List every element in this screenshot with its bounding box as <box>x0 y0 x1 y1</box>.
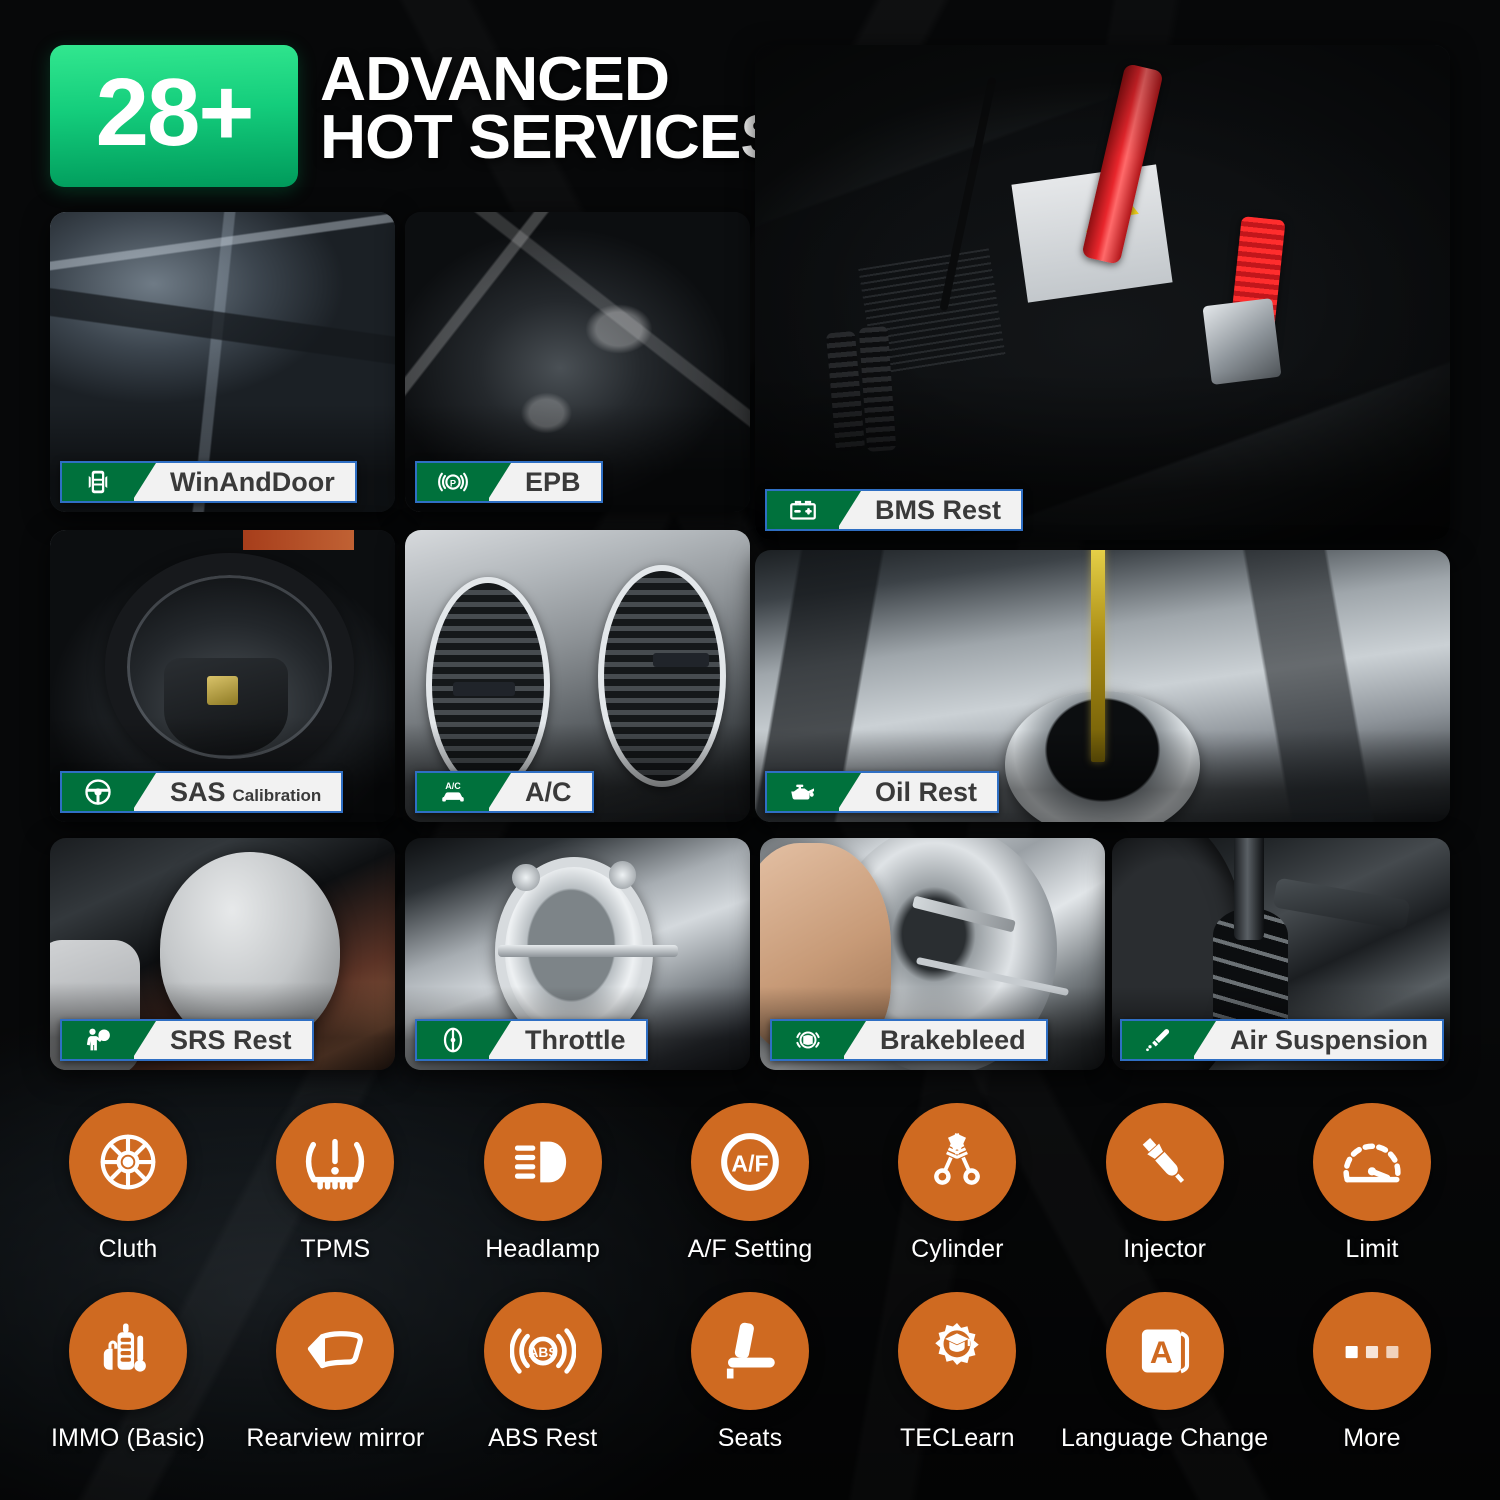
service-card-oil-rest[interactable]: Oil Rest <box>755 550 1450 822</box>
function-item-label: Cylinder <box>911 1235 1004 1263</box>
service-count-value: 28+ <box>95 59 255 166</box>
throttle-icon <box>417 1021 489 1059</box>
function-icon-row-2: IMMO (Basic) Rearview mirror ABS ABS Res… <box>0 1292 1500 1453</box>
piston-icon[interactable] <box>898 1103 1017 1221</box>
svg-text:A/F: A/F <box>731 1150 768 1176</box>
immobilizer-key-icon[interactable] <box>69 1292 187 1410</box>
service-card-epb[interactable]: P EPB <box>405 212 750 512</box>
header-title: ADVANCED HOT SERVICES <box>320 45 783 169</box>
function-item-label: TPMS <box>300 1235 371 1263</box>
clutch-icon[interactable] <box>69 1103 187 1221</box>
function-item-label: Seats <box>717 1424 783 1452</box>
card-label-text: SAS <box>170 777 226 807</box>
svg-text:ABS: ABS <box>528 1345 557 1360</box>
battery-icon <box>767 491 839 529</box>
tire-pressure-icon[interactable] <box>276 1103 395 1221</box>
function-item-label: Cluth <box>98 1235 158 1263</box>
function-item-rearview-mirror[interactable]: Rearview mirror <box>246 1292 424 1453</box>
function-item-limit[interactable]: Limit <box>1296 1103 1448 1264</box>
card-label-text: Air Suspension <box>1230 1025 1429 1055</box>
function-item-tpms[interactable]: TPMS <box>259 1103 411 1264</box>
function-item-seats[interactable]: Seats <box>674 1292 826 1453</box>
header-title-line2: HOT SERVICES <box>320 103 783 173</box>
function-item-language-change[interactable]: A Language Change <box>1061 1292 1268 1453</box>
card-label-text: BMS Rest <box>875 495 1002 525</box>
service-card-winanddoor[interactable]: WinAndDoor <box>50 212 395 512</box>
steering-wheel-icon <box>62 773 134 811</box>
injector-icon[interactable] <box>1105 1103 1224 1221</box>
parking-brake-icon: P <box>417 463 489 501</box>
gauge-icon[interactable] <box>1312 1103 1431 1221</box>
card-label-text: A/C <box>525 777 572 807</box>
header-title-line1: ADVANCED <box>320 45 670 114</box>
function-item-label: TECLearn <box>899 1424 1015 1452</box>
language-a-icon[interactable]: A <box>1105 1292 1224 1410</box>
card-label-throttle: Throttle <box>415 1019 648 1061</box>
function-item-label: Limit <box>1345 1235 1399 1263</box>
function-item-more[interactable]: More <box>1296 1292 1448 1453</box>
function-item-immo[interactable]: IMMO (Basic) <box>51 1292 205 1453</box>
function-item-teclearn[interactable]: TECLearn <box>881 1292 1033 1453</box>
airbag-icon <box>62 1021 134 1059</box>
service-card-srs-rest[interactable]: SRS Rest <box>50 838 395 1070</box>
oil-can-icon <box>767 773 839 811</box>
service-card-throttle[interactable]: Throttle <box>405 838 750 1070</box>
service-card-sas-calibration[interactable]: SAS Calibration <box>50 530 395 822</box>
function-item-label: Injector <box>1123 1235 1207 1263</box>
function-icon-row-1: Cluth TPMS Headlamp A/F A/F Setting Cyli… <box>0 1103 1500 1264</box>
service-card-air-suspension[interactable]: Air Suspension <box>1112 838 1450 1070</box>
service-card-bms-rest[interactable]: BMS Rest <box>755 45 1450 540</box>
function-item-label: ABS Rest <box>488 1424 598 1452</box>
function-item-label: Language Change <box>1061 1424 1269 1452</box>
product-feature-panel: 28+ ADVANCED HOT SERVICES WinAndDoor P E… <box>0 0 1500 1500</box>
function-item-label: Headlamp <box>485 1235 601 1263</box>
ellipsis-icon[interactable] <box>1312 1292 1431 1410</box>
function-item-af-setting[interactable]: A/F A/F Setting <box>674 1103 826 1264</box>
card-label-subtext: Calibration <box>232 786 322 805</box>
card-label-text: Oil Rest <box>875 777 978 807</box>
card-label-text: SRS Rest <box>170 1025 292 1055</box>
air-suspension-icon <box>1122 1021 1194 1059</box>
gear-graduation-icon[interactable] <box>898 1292 1017 1410</box>
service-card-brakebleed[interactable]: Brakebleed <box>760 838 1105 1070</box>
card-label-text: WinAndDoor <box>170 467 335 497</box>
card-label-brakebleed: Brakebleed <box>770 1019 1048 1061</box>
function-item-label: IMMO (Basic) <box>51 1424 205 1452</box>
card-label-epb: P EPB <box>415 461 603 503</box>
card-label-air-suspension: Air Suspension <box>1120 1019 1445 1061</box>
air-fuel-icon[interactable]: A/F <box>690 1103 809 1221</box>
card-label-bms-rest: BMS Rest <box>765 489 1024 531</box>
function-item-abs-rest[interactable]: ABS ABS Rest <box>467 1292 619 1453</box>
function-item-label: A/F Setting <box>687 1235 813 1263</box>
header: 28+ ADVANCED HOT SERVICES <box>50 45 783 187</box>
card-label-text: Brakebleed <box>880 1025 1026 1055</box>
function-item-injector[interactable]: Injector <box>1089 1103 1241 1264</box>
mirror-icon[interactable] <box>276 1292 395 1410</box>
function-item-clutch[interactable]: Cluth <box>52 1103 204 1264</box>
svg-text:P: P <box>450 478 456 488</box>
function-item-headlamp[interactable]: Headlamp <box>467 1103 619 1264</box>
seat-icon[interactable] <box>690 1292 809 1410</box>
car-top-view-icon <box>62 463 134 501</box>
card-label-text: EPB <box>525 467 581 497</box>
function-item-cylinder[interactable]: Cylinder <box>881 1103 1033 1264</box>
abs-icon[interactable]: ABS <box>483 1292 602 1410</box>
ac-car-icon: A/C <box>417 773 489 811</box>
headlamp-icon[interactable] <box>483 1103 602 1221</box>
svg-text:A/C: A/C <box>445 781 461 791</box>
card-label-text: Throttle <box>525 1025 626 1055</box>
card-label-sas: SAS Calibration <box>60 771 344 813</box>
card-label-srs-rest: SRS Rest <box>60 1019 314 1061</box>
function-item-label: Rearview mirror <box>246 1424 425 1452</box>
svg-text:A: A <box>1150 1334 1173 1370</box>
card-label-winanddoor: WinAndDoor <box>60 461 357 503</box>
brake-disc-icon <box>772 1021 844 1059</box>
service-card-ac[interactable]: A/C A/C <box>405 530 750 822</box>
card-label-ac: A/C A/C <box>415 771 594 813</box>
card-label-oil-rest: Oil Rest <box>765 771 1000 813</box>
function-item-label: More <box>1343 1424 1401 1452</box>
service-count-badge: 28+ <box>50 45 298 187</box>
photo-battery-vignette <box>755 45 1450 540</box>
